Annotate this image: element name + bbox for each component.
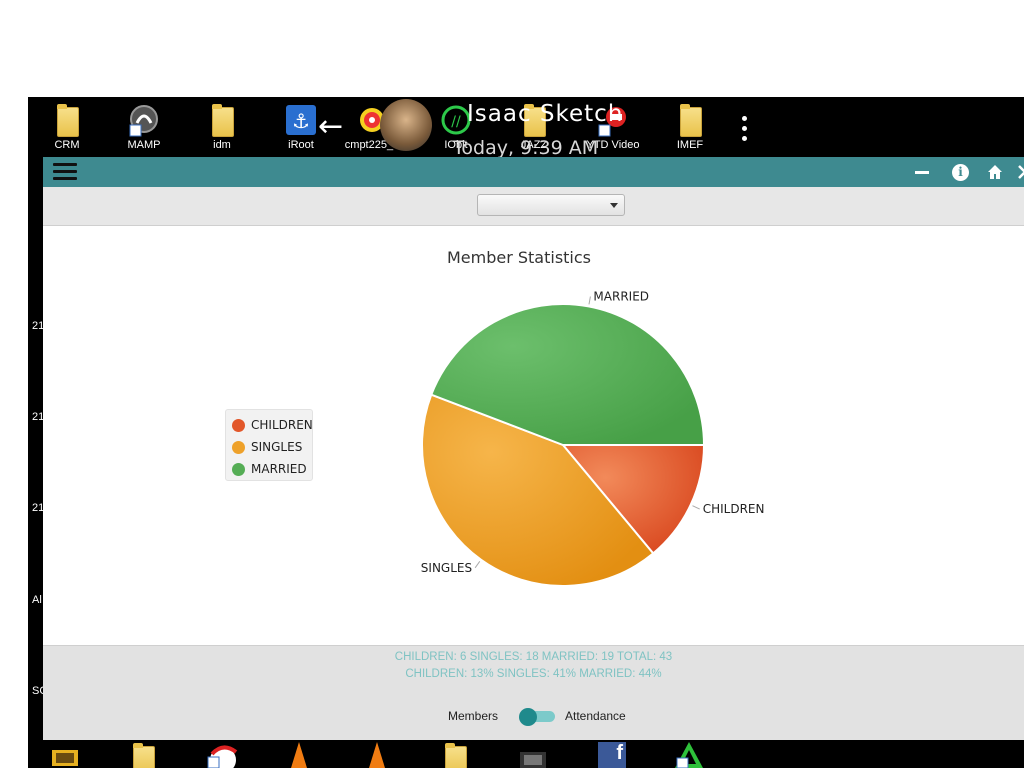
info-icon[interactable]: i [952,164,969,181]
left-edge-strip: 21 21 21 Al SC [28,157,47,740]
svg-text:⚓: ⚓ [292,109,310,133]
legend-label: SINGLES [251,440,303,454]
chart-legend: CHILDREN SINGLES MARRIED [225,409,313,481]
app-window: i Member Statistics CHILDREN SINGLES MARRI… [43,157,1024,740]
app-bar: i [43,157,1024,187]
legend-dot [232,463,245,476]
stats-panel: CHILDREN: 6 SINGLES: 18 MARRIED: 19 TOTA… [43,645,1024,688]
blank-top-area [0,0,1024,97]
more-options-icon[interactable] [741,116,747,144]
pie-chart-area: Member Statistics CHILDREN SINGLES MARRIED… [43,226,1024,643]
edge-text: Al [32,594,42,606]
minimize-icon[interactable] [912,162,932,182]
vlc-icon[interactable] [284,740,314,768]
toggle-label-members: Members [448,709,499,723]
close-icon[interactable] [1015,162,1024,182]
footer-bar: Members Attendance [43,687,1024,740]
svg-text://: // [451,114,461,130]
legend-dot [232,419,245,432]
overlay-subtitle: Today, 9:39 AM [453,137,599,159]
slice-label-children: CHILDREN [703,502,765,516]
hamburger-icon[interactable] [53,161,79,183]
facebook-icon[interactable]: f [594,740,626,768]
back-arrow-icon[interactable]: ← [318,112,343,142]
vlc-icon[interactable] [362,740,392,768]
anchor-icon: ⚓ [286,103,316,137]
mamp-icon [129,103,159,137]
folder-icon[interactable] [440,740,470,768]
image-icon[interactable] [50,740,80,768]
taskbar: f [28,740,1024,768]
home-icon[interactable] [985,162,1005,182]
desktop-icon-idm[interactable]: idm [187,101,257,151]
folder-icon [207,103,237,137]
film-icon[interactable] [518,740,548,768]
chart-title: Member Statistics [447,248,591,267]
folder-icon [52,103,82,137]
desktop-icon-crm[interactable]: CRM [32,101,102,151]
overlay-title: Isaac Sketch [467,101,624,127]
period-select[interactable] [477,194,625,216]
folder-icon[interactable] [128,740,158,768]
chevron-down-icon [610,203,618,208]
desktop-icon-label: MAMP [127,139,161,151]
avatar[interactable] [380,99,432,151]
pie-chart: Member Statistics CHILDREN SINGLES MARRIED [421,248,765,587]
desktop-icon-label: CRM [54,139,80,151]
desktop-icon-mamp[interactable]: MAMP [109,101,179,151]
toggle-knob[interactable] [519,708,537,726]
legend-label: MARRIED [251,462,307,476]
slice-label-singles: SINGLES [421,561,472,575]
stats-counts: CHILDREN: 6 SINGLES: 18 MARRIED: 19 TOTA… [394,651,673,663]
members-attendance-toggle[interactable] [519,708,555,726]
desktop-icon-label: idm [213,139,231,151]
toggle-label-attendance: Attendance [565,709,626,723]
desktop-icon-imef[interactable]: IMEF [655,101,725,151]
legend-dot [232,441,245,454]
arrow-app-icon[interactable] [672,740,703,768]
folder-icon [675,103,705,137]
slice-leader-line [692,505,700,510]
slice-label-married: MARRIED [593,290,649,304]
slice-leader-line [588,296,591,305]
stats-percentages: CHILDREN: 13% SINGLES: 41% MARRIED: 44% [405,668,662,680]
toolbar [43,187,1024,226]
slice-leader-line [474,561,481,569]
browser-icon[interactable] [206,740,238,768]
desktop-icon-label: IMEF [676,139,704,151]
legend-label: CHILDREN [251,418,313,432]
